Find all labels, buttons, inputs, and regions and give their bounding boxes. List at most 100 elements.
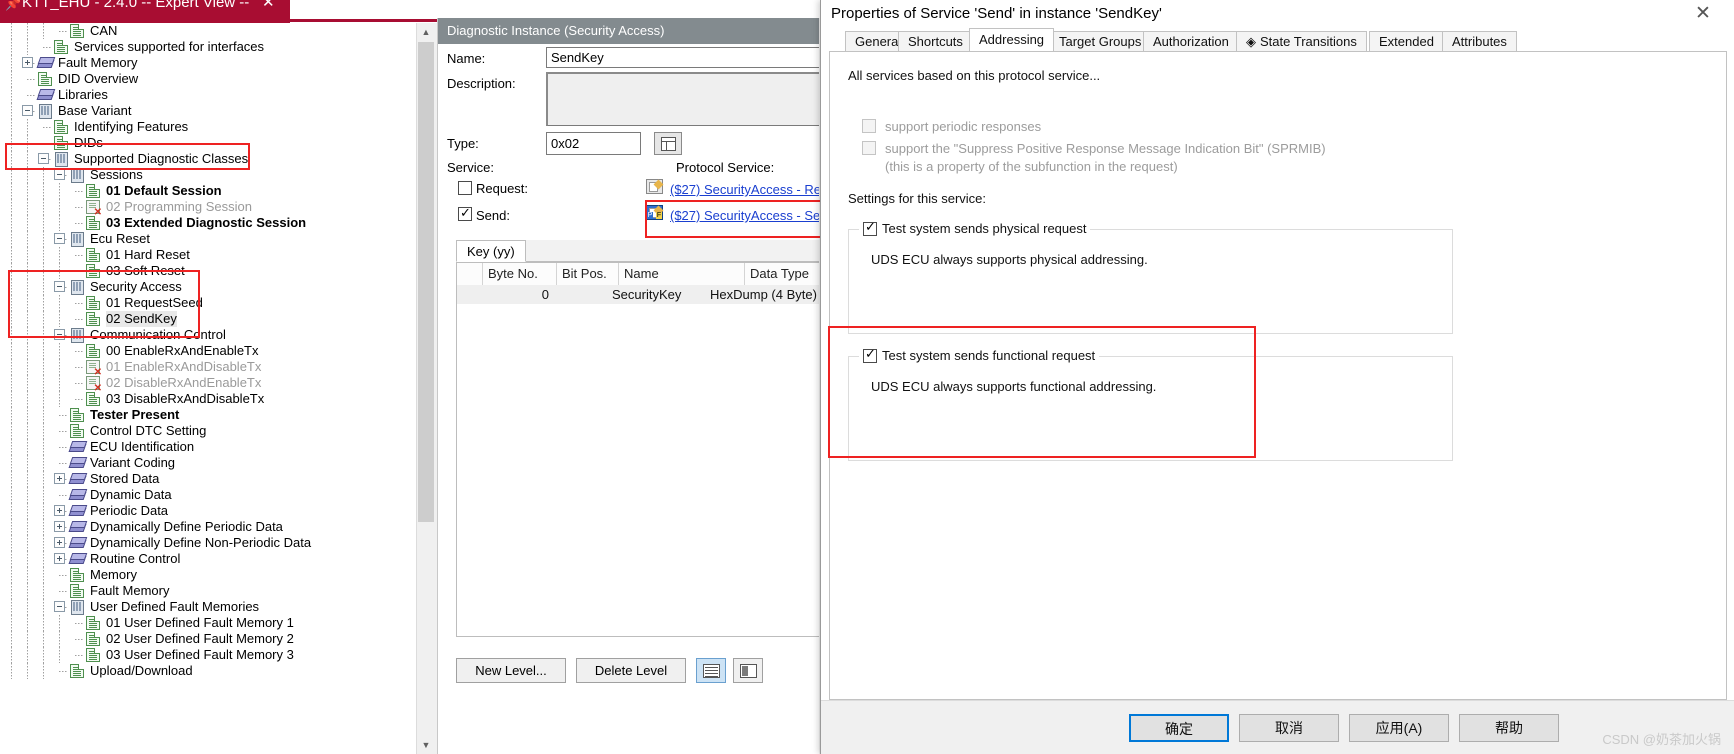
scroll-thumb[interactable] <box>418 42 434 522</box>
grid-col-name[interactable]: Name <box>619 263 745 285</box>
tree-item[interactable]: 01 Default Session <box>0 183 437 199</box>
tree-item[interactable]: Security Access <box>0 279 437 295</box>
physical-request-group-title[interactable]: Test system sends physical request <box>859 219 1091 236</box>
grid-col-bit-pos[interactable]: Bit Pos. <box>557 263 619 285</box>
detail-view-button[interactable] <box>733 658 763 683</box>
description-label: Description: <box>447 76 516 91</box>
tab-shortcuts[interactable]: Shortcuts <box>898 31 973 51</box>
document-icon <box>70 24 84 38</box>
help-button[interactable]: 帮助 <box>1459 714 1559 742</box>
tree-item[interactable]: 02 DisableRxAndEnableTx <box>0 375 437 394</box>
tree-item[interactable]: 03 DisableRxAndDisableTx <box>0 391 437 407</box>
tree-item[interactable]: Communication Control <box>0 327 437 343</box>
tree-item[interactable]: DID Overview <box>0 71 437 87</box>
tree-item[interactable]: 01 User Defined Fault Memory 1 <box>0 615 437 631</box>
tree-item[interactable]: Memory <box>0 567 437 583</box>
tree-item[interactable]: Routine Control <box>0 551 437 567</box>
cancel-button[interactable]: 取消 <box>1239 714 1339 742</box>
tree-item[interactable]: User Defined Fault Memories <box>0 599 437 615</box>
ok-button[interactable]: 确定 <box>1129 714 1229 742</box>
list-view-button[interactable] <box>696 658 726 683</box>
collapse-icon[interactable] <box>22 105 33 116</box>
diagnostic-tree-panel[interactable]: CAN Services supported for interfaces Faul… <box>0 23 437 754</box>
collapse-icon[interactable] <box>54 281 65 292</box>
tree-item[interactable]: 01 RequestSeed <box>0 295 437 311</box>
tab-extended[interactable]: Extended <box>1369 31 1444 51</box>
tree-item[interactable]: Services supported for interfaces <box>0 39 437 55</box>
tree-item[interactable]: CAN <box>0 23 437 39</box>
tree-item[interactable]: Stored Data <box>0 471 437 487</box>
tree-item[interactable]: Supported Diagnostic Classes <box>0 151 437 167</box>
tree-item[interactable]: Sessions <box>0 167 437 183</box>
tree-item[interactable]: Ecu Reset <box>0 231 437 247</box>
tab-key-yy[interactable]: Key (yy) <box>456 240 526 262</box>
tree-item[interactable]: Dynamic Data <box>0 487 437 503</box>
type-input[interactable] <box>546 132 641 155</box>
tree-item[interactable]: 02 Programming Session <box>0 199 437 218</box>
close-icon[interactable]: ✕ <box>1686 2 1720 26</box>
tree-item[interactable]: DIDs <box>0 135 437 151</box>
tree-item[interactable]: 01 EnableRxAndDisableTx <box>0 359 437 378</box>
expand-icon[interactable] <box>54 553 65 564</box>
tree-item[interactable]: 03 Extended Diagnostic Session <box>0 215 437 231</box>
tree-item[interactable]: 01 Hard Reset <box>0 247 437 263</box>
delete-level-button[interactable]: Delete Level <box>576 658 686 683</box>
parameter-grid[interactable]: Byte No. Bit Pos. Name Data Type 0 Secur… <box>456 262 822 637</box>
collapse-icon[interactable] <box>54 329 65 340</box>
description-textarea[interactable] <box>546 72 822 126</box>
table-row[interactable]: 0 SecurityKey HexDump (4 Byte) <box>457 285 822 304</box>
tree-item[interactable]: Tester Present <box>0 407 437 423</box>
tree-item[interactable]: Dynamically Define Non-Periodic Data <box>0 535 437 551</box>
send-protocol-service-link[interactable]: ($27) SecurityAccess - Se <box>670 208 820 223</box>
tree-item[interactable]: Identifying Features <box>0 119 437 135</box>
grid-col-byte-no[interactable]: Byte No. <box>483 263 557 285</box>
pin-icon[interactable]: 📌 <box>5 0 21 12</box>
close-icon[interactable]: ✕ <box>262 0 275 11</box>
grid-col-data-type[interactable]: Data Type <box>745 263 822 285</box>
tree-item[interactable]: Variant Coding <box>0 455 437 471</box>
name-input[interactable] <box>546 47 822 68</box>
tab-addressing[interactable]: Addressing <box>969 28 1055 51</box>
physical-request-checkbox[interactable] <box>863 219 877 236</box>
tree-item[interactable]: 03 User Defined Fault Memory 3 <box>0 647 437 663</box>
table-columns-icon-button[interactable] <box>654 132 682 155</box>
request-checkbox[interactable] <box>458 181 472 195</box>
expand-icon[interactable] <box>54 521 65 532</box>
tree-item[interactable]: Upload/Download <box>0 663 437 679</box>
scroll-down-icon[interactable]: ▼ <box>417 736 435 754</box>
expand-icon[interactable] <box>22 57 33 68</box>
collapse-icon[interactable] <box>38 153 49 164</box>
apply-button[interactable]: 应用(A) <box>1349 714 1449 742</box>
tab-attributes[interactable]: Attributes <box>1442 31 1517 51</box>
collapse-icon[interactable] <box>54 233 65 244</box>
tree-item[interactable]: Control DTC Setting <box>0 423 437 439</box>
tab-target-groups[interactable]: Target Groups <box>1049 31 1152 51</box>
expand-icon[interactable] <box>54 505 65 516</box>
tree-item[interactable]: Base Variant <box>0 103 437 119</box>
scroll-up-icon[interactable]: ▲ <box>417 23 435 41</box>
tree-item[interactable]: Fault Memory <box>0 55 437 71</box>
request-protocol-service-link[interactable]: ($27) SecurityAccess - Re <box>670 182 821 197</box>
tab-authorization[interactable]: Authorization <box>1143 31 1239 51</box>
tree-item[interactable]: 02 SendKey <box>0 311 437 327</box>
collapse-icon[interactable] <box>54 601 65 612</box>
tree-item[interactable]: 03 Soft Reset <box>0 263 437 279</box>
new-level-button[interactable]: New Level... <box>456 658 566 683</box>
collapse-icon[interactable] <box>54 169 65 180</box>
tree-item-label: CAN <box>90 23 118 38</box>
send-checkbox[interactable] <box>458 205 472 221</box>
tree-guide-line <box>27 407 28 423</box>
tree-item[interactable]: Dynamically Define Periodic Data <box>0 519 437 535</box>
tree-scrollbar[interactable]: ▲ ▼ <box>416 23 435 754</box>
expand-icon[interactable] <box>54 537 65 548</box>
functional-request-group-title[interactable]: Test system sends functional request <box>859 346 1100 363</box>
tree-item[interactable]: ECU Identification <box>0 439 437 455</box>
tree-item[interactable]: Fault Memory <box>0 583 437 599</box>
tree-item[interactable]: Libraries <box>0 87 437 103</box>
functional-request-checkbox[interactable] <box>863 346 877 363</box>
expand-icon[interactable] <box>54 473 65 484</box>
tree-item[interactable]: 02 User Defined Fault Memory 2 <box>0 631 437 647</box>
tree-item[interactable]: 00 EnableRxAndEnableTx <box>0 343 437 359</box>
tab-state-transitions[interactable]: ◈ State Transitions <box>1236 31 1367 51</box>
tree-item[interactable]: Periodic Data <box>0 503 437 519</box>
